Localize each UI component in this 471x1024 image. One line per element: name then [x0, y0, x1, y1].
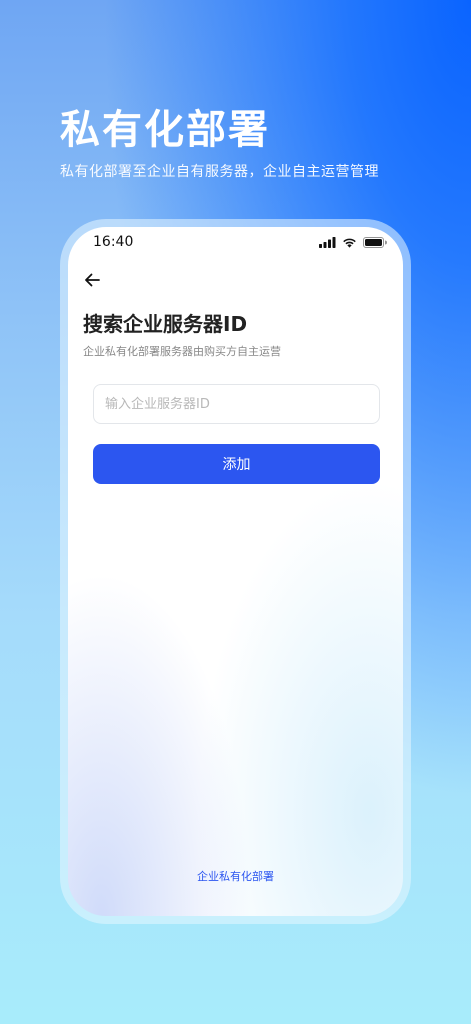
server-id-input[interactable]: [93, 384, 380, 424]
arrow-left-icon: [84, 272, 100, 291]
device-frame: 16:40 搜索企业服务器ID 企业私有化部署服务器由购买方自主运营 输入企业服…: [60, 219, 411, 924]
page-title: 搜索企业服务器ID: [83, 312, 248, 336]
battery-icon: [363, 237, 387, 248]
promo-subtitle: 私有化部署至企业自有服务器，企业自主运营管理: [60, 164, 379, 180]
status-bar: 16:40: [68, 227, 403, 257]
back-button[interactable]: [82, 271, 102, 291]
private-deployment-link[interactable]: 企业私有化部署: [68, 869, 403, 885]
device-screen: 16:40 搜索企业服务器ID 企业私有化部署服务器由购买方自主运营 输入企业服…: [68, 227, 403, 916]
status-time: 16:40: [93, 234, 134, 250]
page-subtitle: 企业私有化部署服务器由购买方自主运营: [83, 345, 281, 358]
promo-title: 私有化部署: [60, 107, 270, 153]
wifi-icon: [342, 237, 357, 248]
cellular-signal-icon: [319, 237, 336, 248]
status-icons: [319, 237, 387, 248]
add-button[interactable]: 添加: [93, 444, 380, 484]
